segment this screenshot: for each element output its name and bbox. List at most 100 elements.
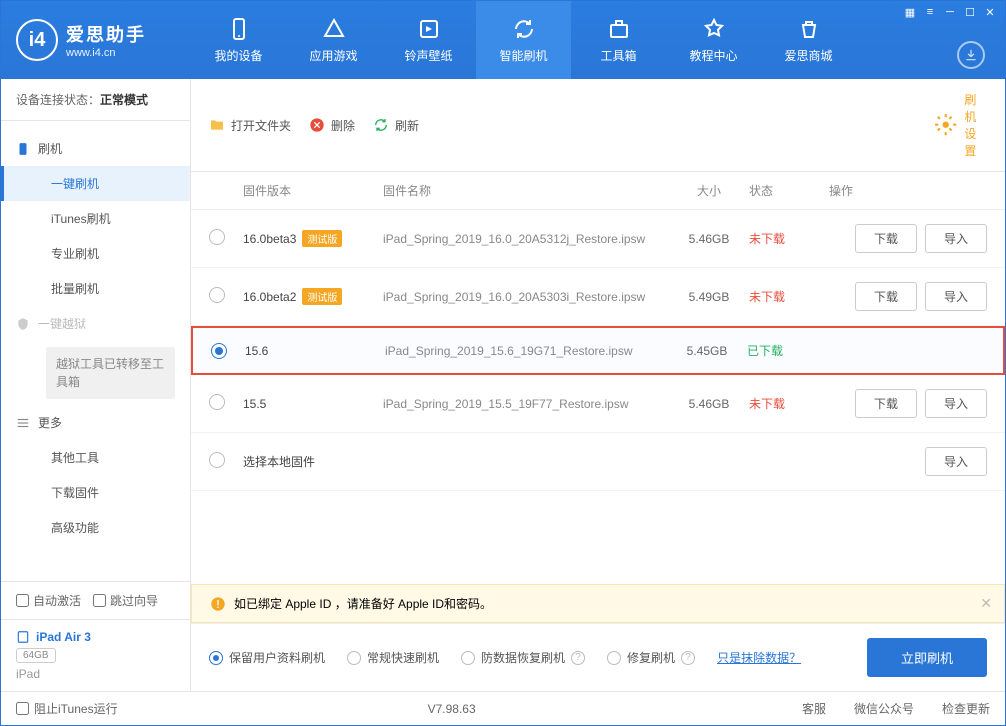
footer-link-2[interactable]: 检查更新 — [942, 700, 990, 717]
col-ops: 操作 — [829, 182, 987, 199]
sidebar-group-jailbreak: 一键越狱 — [1, 306, 190, 341]
skip-guide-checkbox[interactable]: 跳过向导 — [93, 592, 158, 609]
sidebar-more-item-0[interactable]: 其他工具 — [1, 440, 190, 475]
flash-now-button[interactable]: 立即刷机 — [867, 638, 987, 677]
footer-link-1[interactable]: 微信公众号 — [854, 700, 914, 717]
device-capacity: 64GB — [16, 648, 56, 663]
firmware-radio[interactable] — [211, 343, 245, 359]
firmware-status: 已下载 — [747, 342, 827, 359]
download-button[interactable]: 下载 — [855, 224, 917, 253]
sidebar: 设备连接状态：正常模式 刷机 一键刷机iTunes刷机专业刷机批量刷机 一键越狱… — [1, 79, 191, 691]
erase-data-link[interactable]: 只是抹除数据？ — [717, 649, 801, 666]
firmware-version: 16.0beta2测试版 — [243, 288, 383, 305]
nav-tab-0[interactable]: 我的设备 — [191, 1, 286, 79]
firmware-size: 5.46GB — [669, 397, 749, 411]
device-type: iPad — [16, 667, 175, 681]
firmware-version: 选择本地固件 — [243, 453, 383, 470]
footer-link-0[interactable]: 客服 — [802, 700, 826, 717]
sidebar-item-3[interactable]: 批量刷机 — [1, 271, 190, 306]
firmware-row[interactable]: 15.5iPad_Spring_2019_15.5_19F77_Restore.… — [191, 375, 1005, 433]
firmware-ops: 导入 — [829, 447, 987, 476]
logo-icon: i4 — [16, 19, 58, 61]
flash-option-1[interactable]: 常规快速刷机 — [347, 649, 439, 666]
help-icon[interactable]: ? — [681, 651, 695, 665]
nav-tab-1[interactable]: 应用游戏 — [286, 1, 381, 79]
nav-tab-6[interactable]: 爱思商城 — [761, 1, 856, 79]
col-name: 固件名称 — [383, 182, 669, 199]
sidebar-options: 自动激活 跳过向导 — [1, 582, 190, 619]
flash-option-2[interactable]: 防数据恢复刷机? — [461, 649, 585, 666]
close-icon[interactable]: ✕ — [981, 5, 999, 19]
download-button[interactable]: 下载 — [855, 389, 917, 418]
firmware-radio[interactable] — [209, 394, 243, 413]
nav-tab-3[interactable]: 智能刷机 — [476, 1, 571, 79]
flash-settings-button[interactable]: 刷机设置 — [933, 91, 987, 159]
import-button[interactable]: 导入 — [925, 224, 987, 253]
flash-option-0[interactable]: 保留用户资料刷机 — [209, 649, 325, 666]
table-header: 固件版本 固件名称 大小 状态 操作 — [191, 172, 1005, 210]
nav-tabs: 我的设备应用游戏铃声壁纸智能刷机工具箱教程中心爱思商城 — [191, 1, 1005, 79]
main-content: 打开文件夹 删除 刷新 刷机设置 固件版本 固件名称 大小 状态 操作 16.0… — [191, 79, 1005, 691]
firmware-version: 15.6 — [245, 344, 385, 358]
minimize-icon[interactable]: ─ — [941, 5, 959, 19]
firmware-name: iPad_Spring_2019_16.0_20A5303i_Restore.i… — [383, 290, 669, 304]
nav-tab-5[interactable]: 教程中心 — [666, 1, 761, 79]
firmware-size: 5.46GB — [669, 232, 749, 246]
open-folder-button[interactable]: 打开文件夹 — [209, 117, 291, 134]
firmware-size: 5.45GB — [667, 344, 747, 358]
menu-icon[interactable]: ▦ — [901, 5, 919, 19]
maximize-icon[interactable]: ☐ — [961, 5, 979, 19]
flash-option-3[interactable]: 修复刷机? — [607, 649, 695, 666]
firmware-ops: 下载导入 — [829, 389, 987, 418]
firmware-radio[interactable] — [209, 452, 243, 471]
firmware-status: 未下载 — [749, 230, 829, 247]
firmware-row[interactable]: 15.6iPad_Spring_2019_15.6_19G71_Restore.… — [191, 326, 1005, 375]
firmware-status: 未下载 — [749, 288, 829, 305]
firmware-radio[interactable] — [209, 229, 243, 248]
connection-status: 设备连接状态：正常模式 — [1, 79, 190, 121]
firmware-radio[interactable] — [209, 287, 243, 306]
firmware-row[interactable]: 16.0beta2测试版iPad_Spring_2019_16.0_20A530… — [191, 268, 1005, 326]
nav-tab-4[interactable]: 工具箱 — [571, 1, 666, 79]
col-size: 大小 — [669, 182, 749, 199]
device-info: iPad Air 3 64GB iPad — [1, 619, 190, 691]
footer: 阻止iTunes运行 V7.98.63 客服 微信公众号 检查更新 — [1, 691, 1005, 725]
firmware-row[interactable]: 16.0beta3测试版iPad_Spring_2019_16.0_20A531… — [191, 210, 1005, 268]
help-icon[interactable]: ? — [571, 651, 585, 665]
sidebar-more-item-2[interactable]: 高级功能 — [1, 510, 190, 545]
download-button[interactable]: 下载 — [855, 282, 917, 311]
window-controls: ▦ ≡ ─ ☐ ✕ — [895, 1, 1005, 23]
import-button[interactable]: 导入 — [925, 389, 987, 418]
firmware-status: 未下载 — [749, 395, 829, 412]
firmware-name: iPad_Spring_2019_16.0_20A5312j_Restore.i… — [383, 232, 669, 246]
firmware-version: 15.5 — [243, 397, 383, 411]
download-manager-button[interactable] — [957, 41, 985, 69]
app-logo: i4 爱思助手 www.i4.cn — [1, 1, 191, 79]
sidebar-group-flash[interactable]: 刷机 — [1, 131, 190, 166]
app-version: V7.98.63 — [428, 702, 476, 716]
sidebar-item-1[interactable]: iTunes刷机 — [1, 201, 190, 236]
firmware-size: 5.49GB — [669, 290, 749, 304]
sidebar-item-0[interactable]: 一键刷机 — [1, 166, 190, 201]
list-icon[interactable]: ≡ — [921, 5, 939, 19]
warning-text: 如已绑定 Apple ID ，请准备好 Apple ID和密码。 — [234, 595, 492, 612]
import-button[interactable]: 导入 — [925, 447, 987, 476]
app-name: 爱思助手 — [66, 21, 146, 47]
sidebar-group-more[interactable]: 更多 — [1, 405, 190, 440]
import-button[interactable]: 导入 — [925, 282, 987, 311]
auto-activate-checkbox[interactable]: 自动激活 — [16, 592, 81, 609]
nav-tab-2[interactable]: 铃声壁纸 — [381, 1, 476, 79]
sidebar-item-2[interactable]: 专业刷机 — [1, 236, 190, 271]
block-itunes-checkbox[interactable]: 阻止iTunes运行 — [16, 700, 118, 717]
firmware-list: 16.0beta3测试版iPad_Spring_2019_16.0_20A531… — [191, 210, 1005, 584]
toolbar: 打开文件夹 删除 刷新 刷机设置 — [191, 79, 1005, 172]
warning-close-icon[interactable]: ✕ — [980, 595, 992, 612]
firmware-row[interactable]: 选择本地固件 导入 — [191, 433, 1005, 491]
delete-button[interactable]: 删除 — [309, 117, 355, 134]
firmware-ops: 下载导入 — [829, 282, 987, 311]
sidebar-more-item-1[interactable]: 下载固件 — [1, 475, 190, 510]
firmware-version: 16.0beta3测试版 — [243, 230, 383, 247]
warning-bar: 如已绑定 Apple ID ，请准备好 Apple ID和密码。 ✕ — [191, 584, 1005, 623]
refresh-button[interactable]: 刷新 — [373, 117, 419, 134]
device-name[interactable]: iPad Air 3 — [16, 630, 175, 644]
